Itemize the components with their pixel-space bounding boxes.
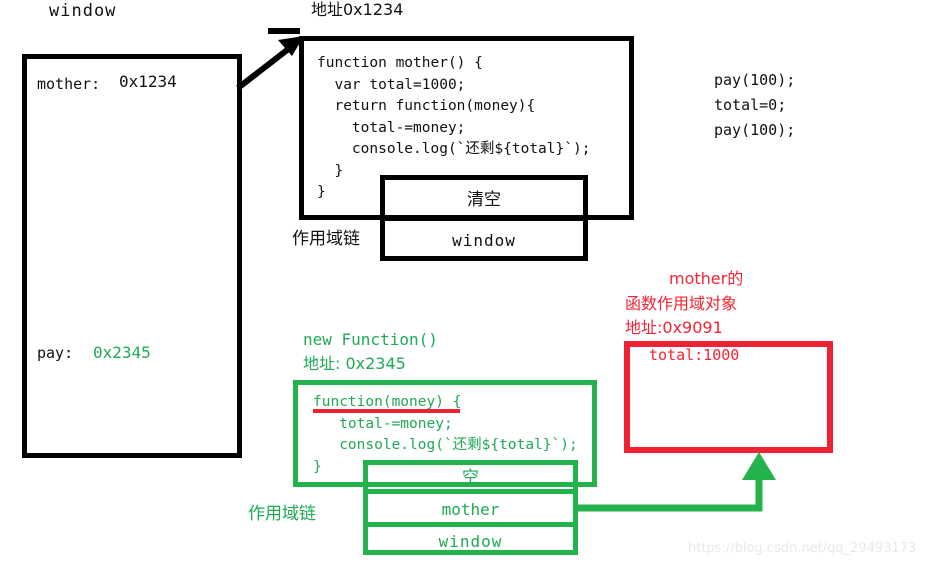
- window-entry-pay-value: 0x2345: [93, 343, 151, 362]
- pay-function-signature-underline: [313, 409, 460, 413]
- pay-scope-chain-row-0-label: 空: [462, 468, 479, 488]
- new-function-label: new Function(): [303, 330, 438, 349]
- pay-scope-chain-row-2: window: [363, 527, 578, 555]
- mother-reference-arrow: [236, 28, 304, 91]
- pay-scope-to-mother-scope-arrow: [578, 452, 776, 512]
- window-entry-pay-key: pay:: [37, 344, 74, 362]
- pay-scope-chain-row-2-label: window: [438, 531, 503, 551]
- mother-scope-object-entry-total: total:1000: [649, 346, 740, 364]
- window-entry-mother-key: mother:: [37, 75, 101, 93]
- window-title-label: window: [49, 1, 117, 21]
- mother-address-label: 地址0x1234: [311, 0, 404, 19]
- pay-scope-chain-row-1: mother: [363, 494, 578, 524]
- diagram-canvas: window 地址0x1234 mother: 0x1234 pay: 0x23…: [0, 0, 941, 569]
- pay-scope-chain-label: 作用域链: [248, 504, 316, 524]
- watermark: https://blog.csdn.net/qq_29493173: [688, 541, 917, 556]
- mother-scope-object-title-line3: 地址:0x9091: [625, 318, 723, 337]
- mother-scope-chain-row-0: 清空: [380, 175, 588, 219]
- mother-scope-chain-row-1: window: [380, 219, 588, 261]
- pay-scope-chain-row-1-label: mother: [441, 499, 500, 519]
- new-function-address-label: 地址: 0x2345: [303, 354, 406, 373]
- mother-scope-chain-label: 作用域链: [292, 229, 360, 249]
- pay-scope-chain-row-0: 空: [363, 460, 578, 491]
- window-entry-mother-value: 0x1234: [119, 72, 177, 91]
- window-object-box: [22, 54, 242, 458]
- mother-scope-chain-row-0-label: 清空: [467, 189, 501, 210]
- mother-scope-object-title-line2: 函数作用域对象: [625, 294, 738, 313]
- call-snippet-code: pay(100); total=0; pay(100);: [714, 71, 796, 139]
- mother-scope-chain-row-1-label: window: [452, 230, 516, 250]
- mother-scope-object-title-line1: mother的: [669, 269, 744, 288]
